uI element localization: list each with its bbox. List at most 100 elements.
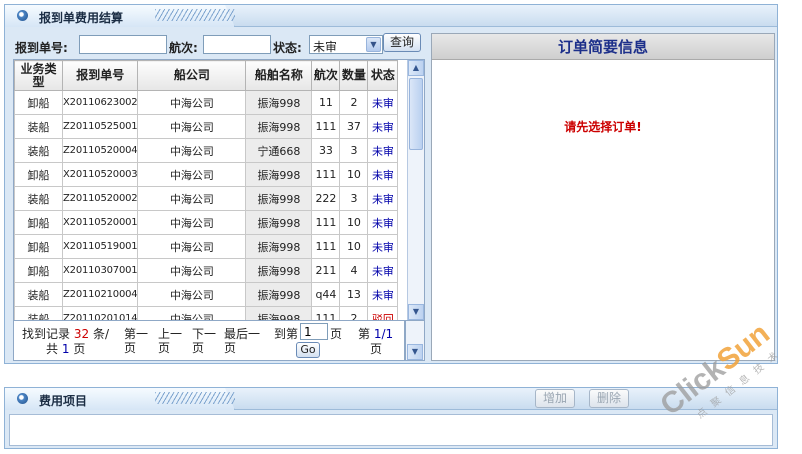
voyage-input[interactable] [203, 35, 271, 54]
table-row[interactable]: 卸船 X20110520001 中海公司 振海998 111 10 未审 [14, 210, 399, 235]
quantity-cell: 3 [339, 186, 369, 211]
column-header-shipping-company[interactable]: 船公司 [137, 60, 247, 91]
total-label: 共 [46, 342, 59, 356]
quantity-cell: 2 [339, 306, 369, 320]
shipping-company-cell: 中海公司 [137, 210, 247, 235]
order-no-label: 报到单号: [15, 41, 68, 55]
header-stripes-decoration [155, 9, 235, 21]
column-header-status[interactable]: 状态 [367, 60, 399, 91]
order-no-input[interactable] [79, 35, 167, 54]
table-row[interactable]: 装船 Z20110520002 中海公司 振海998 222 3 未审 [14, 186, 399, 211]
scroll-down-icon[interactable]: ▼ [407, 344, 423, 360]
pager-scrollbar[interactable]: ▼ [405, 321, 425, 361]
quantity-cell: 37 [339, 114, 369, 139]
add-fee-button[interactable]: 增加 [535, 389, 575, 408]
table-header-row: 业务类型 报到单号 船公司 船舶名称 航次 数量 状态 [14, 60, 399, 91]
voyage-cell: 111 [311, 234, 341, 259]
status-select-value: 未审 [313, 40, 338, 54]
order-grid: 业务类型 报到单号 船公司 船舶名称 航次 数量 状态 卸船 X201106230… [13, 59, 425, 321]
scroll-up-icon[interactable]: ▲ [408, 60, 424, 76]
table-row[interactable]: 卸船 X20110520003 中海公司 振海998 111 10 未审 [14, 162, 399, 187]
shipping-company-cell: 中海公司 [137, 138, 247, 163]
business-type-cell: 装船 [14, 114, 63, 139]
status-cell: 未审 [367, 138, 399, 163]
panel-bullet-icon [17, 10, 28, 21]
shipping-company-cell: 中海公司 [137, 306, 247, 320]
current-page-unit: 页 [370, 342, 383, 356]
panel-bullet-icon [17, 393, 28, 404]
column-header-order-no[interactable]: 报到单号 [61, 60, 139, 91]
quantity-cell: 13 [339, 282, 369, 307]
order-no-cell: X20110623002 [61, 90, 139, 115]
search-bar: 报到单号: 航次: 状态: 未审 ▼ 查询 [13, 33, 425, 57]
status-select[interactable]: 未审 ▼ [309, 35, 383, 54]
vessel-name-cell: 振海998 [245, 234, 313, 259]
status-label: 状态: [273, 41, 302, 55]
order-no-cell: X20110519001 [61, 234, 139, 259]
next-page-link[interactable]: 下一页 [192, 327, 220, 355]
current-label: 第 [358, 327, 371, 341]
order-no-cell: Z20110520002 [61, 186, 139, 211]
vessel-name-cell: 振海998 [245, 282, 313, 307]
total-pages: 1 [61, 342, 70, 356]
business-type-cell: 卸船 [14, 162, 63, 187]
order-no-cell: Z20110525001 [61, 114, 139, 139]
vessel-name-cell: 振海998 [245, 306, 313, 320]
business-type-cell: 卸船 [14, 90, 63, 115]
table-row[interactable]: 装船 Z20110201014 中海公司 振海998 111 2 驳回 [14, 306, 399, 320]
pagination-bar: 找到记录 32 条/ 共 1 页 第一页 上一页 下一页 最后一页 到第 页 G… [13, 321, 405, 361]
delete-fee-button[interactable]: 删除 [589, 389, 629, 408]
table-row[interactable]: 卸船 X20110519001 中海公司 振海998 111 10 未审 [14, 234, 399, 259]
table-row[interactable]: 装船 Z20110525001 中海公司 振海998 111 37 未审 [14, 114, 399, 139]
shipping-company-cell: 中海公司 [137, 114, 247, 139]
column-header-voyage[interactable]: 航次 [311, 60, 341, 91]
voyage-cell: q44 [311, 282, 341, 307]
fee-panel-header: 费用项目 增加 删除 [5, 388, 777, 410]
table-row[interactable]: 装船 Z20110520004 中海公司 宁通668 33 3 未审 [14, 138, 399, 163]
first-page-link[interactable]: 第一页 [124, 327, 152, 355]
record-count: 32 [73, 327, 90, 341]
voyage-cell: 33 [311, 138, 341, 163]
business-type-cell: 卸船 [14, 258, 63, 283]
status-cell: 驳回 [367, 306, 399, 320]
business-type-cell: 装船 [14, 186, 63, 211]
quantity-cell: 2 [339, 90, 369, 115]
vessel-name-cell: 宁通668 [245, 138, 313, 163]
business-type-cell: 装船 [14, 306, 63, 320]
grid-vertical-scrollbar[interactable]: ▲ ▼ [407, 60, 424, 320]
status-cell: 未审 [367, 234, 399, 259]
go-button[interactable]: Go [296, 342, 320, 358]
column-header-business-type[interactable]: 业务类型 [14, 60, 63, 91]
chevron-down-icon[interactable]: ▼ [366, 37, 381, 52]
scrollbar-thumb[interactable] [409, 78, 423, 150]
column-header-vessel-name[interactable]: 船舶名称 [245, 60, 313, 91]
last-page-link[interactable]: 最后一页 [224, 327, 264, 355]
quantity-cell: 10 [339, 210, 369, 235]
order-no-cell: X20110520003 [61, 162, 139, 187]
fee-items-panel: 费用项目 增加 删除 [4, 387, 778, 449]
table-row[interactable]: 卸船 X20110623002 中海公司 振海998 11 2 未审 [14, 90, 399, 115]
goto-unit: 页 [330, 327, 343, 341]
status-cell: 未审 [367, 90, 399, 115]
prev-page-link[interactable]: 上一页 [158, 327, 186, 355]
order-no-cell: X20110520001 [61, 210, 139, 235]
goto-page-input[interactable] [300, 323, 328, 340]
order-no-cell: Z20110210004 [61, 282, 139, 307]
table-row[interactable]: 装船 Z20110210004 中海公司 振海998 q44 13 未审 [14, 282, 399, 307]
order-no-cell: X20110307001 [61, 258, 139, 283]
query-button[interactable]: 查询 [383, 33, 421, 52]
order-summary-title: 订单简要信息 [432, 34, 774, 60]
shipping-company-cell: 中海公司 [137, 258, 247, 283]
scroll-down-icon[interactable]: ▼ [408, 304, 424, 320]
quantity-cell: 3 [339, 138, 369, 163]
table-row[interactable]: 卸船 X20110307001 中海公司 振海998 211 4 未审 [14, 258, 399, 283]
voyage-cell: 111 [311, 210, 341, 235]
settlement-panel-header: 报到单费用结算 [5, 5, 777, 27]
column-header-quantity[interactable]: 数量 [339, 60, 369, 91]
business-type-cell: 卸船 [14, 234, 63, 259]
shipping-company-cell: 中海公司 [137, 234, 247, 259]
shipping-company-cell: 中海公司 [137, 90, 247, 115]
goto-label: 到第 [274, 327, 299, 341]
shipping-company-cell: 中海公司 [137, 186, 247, 211]
header-stripes-decoration [155, 392, 235, 404]
